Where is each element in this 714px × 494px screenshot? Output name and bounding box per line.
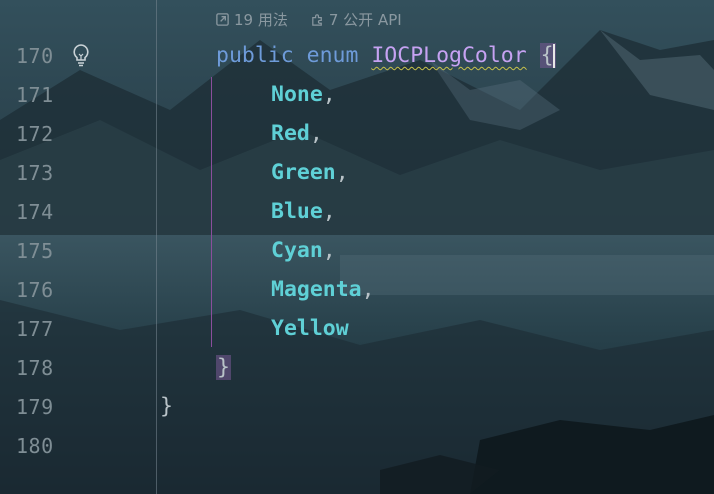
- code-line[interactable]: 171 None,: [0, 75, 714, 114]
- code-vision-hints: 19 用法 7 公开 API: [215, 8, 402, 30]
- comma: ,: [361, 277, 375, 302]
- line-number: 177: [16, 316, 54, 341]
- line-number: 174: [16, 199, 54, 224]
- closing-brace: }: [160, 394, 173, 419]
- line-number: 180: [16, 433, 54, 458]
- enum-member-line: Red,: [271, 121, 323, 146]
- line-number: 172: [16, 121, 54, 146]
- enum-member: Magenta: [271, 277, 362, 302]
- closing-brace-line: }: [160, 394, 173, 419]
- enum-member: None: [271, 82, 323, 107]
- code-line[interactable]: 176 Magenta,: [0, 270, 714, 309]
- usages-hint-label: 19 用法: [234, 10, 288, 29]
- line-number: 179: [16, 394, 54, 419]
- code-line[interactable]: 180: [0, 426, 714, 465]
- lightbulb-icon[interactable]: [70, 42, 92, 68]
- enum-member-line: Green,: [271, 160, 349, 185]
- api-hint-label: 7 公开 API: [328, 10, 402, 29]
- comma: ,: [309, 121, 323, 146]
- enum-member-line: None,: [271, 82, 336, 107]
- external-link-icon: [216, 12, 229, 26]
- enum-member: Blue: [271, 199, 323, 224]
- keyword-enum: enum: [306, 43, 359, 68]
- keyword-public: public: [216, 43, 294, 68]
- enum-member: Yellow: [271, 316, 349, 341]
- enum-member: Red: [271, 121, 310, 146]
- enum-member-line: Yellow: [271, 316, 349, 341]
- closing-brace-line: }: [216, 355, 231, 380]
- line-number: 173: [16, 160, 54, 185]
- usages-hint[interactable]: 19 用法: [215, 9, 288, 30]
- enum-name: IOCPLogColor: [371, 43, 527, 68]
- puzzle-icon: [312, 13, 322, 26]
- closing-brace: }: [216, 355, 231, 380]
- comma: ,: [322, 238, 336, 263]
- api-hint[interactable]: 7 公开 API: [310, 9, 402, 30]
- line-number: 171: [16, 82, 54, 107]
- code-line[interactable]: 178 }: [0, 348, 714, 387]
- code-line[interactable]: 172 Red,: [0, 114, 714, 153]
- comma: ,: [335, 160, 349, 185]
- text-caret: [552, 44, 555, 68]
- code-editor[interactable]: 19 用法 7 公开 API 170 public enum IOCPLogCo…: [0, 0, 714, 494]
- line-number: 175: [16, 238, 54, 263]
- enum-member-line: Magenta,: [271, 277, 375, 302]
- enum-member: Cyan: [271, 238, 323, 263]
- comma: ,: [322, 199, 336, 224]
- code-line[interactable]: 173 Green,: [0, 153, 714, 192]
- code-line[interactable]: 177 Yellow: [0, 309, 714, 348]
- enum-declaration: public enum IOCPLogColor {: [216, 43, 556, 68]
- code-line[interactable]: 179 }: [0, 387, 714, 426]
- line-number: 178: [16, 355, 54, 380]
- enum-member-line: Blue,: [271, 199, 336, 224]
- code-line[interactable]: 175 Cyan,: [0, 231, 714, 270]
- line-number: 170: [16, 43, 54, 68]
- enum-member: Green: [271, 160, 336, 185]
- code-line[interactable]: 170 public enum IOCPLogColor {: [0, 36, 714, 75]
- line-number: 176: [16, 277, 54, 302]
- opening-brace: {: [539, 43, 556, 68]
- enum-member-line: Cyan,: [271, 238, 336, 263]
- comma: ,: [322, 82, 336, 107]
- code-line[interactable]: 174 Blue,: [0, 192, 714, 231]
